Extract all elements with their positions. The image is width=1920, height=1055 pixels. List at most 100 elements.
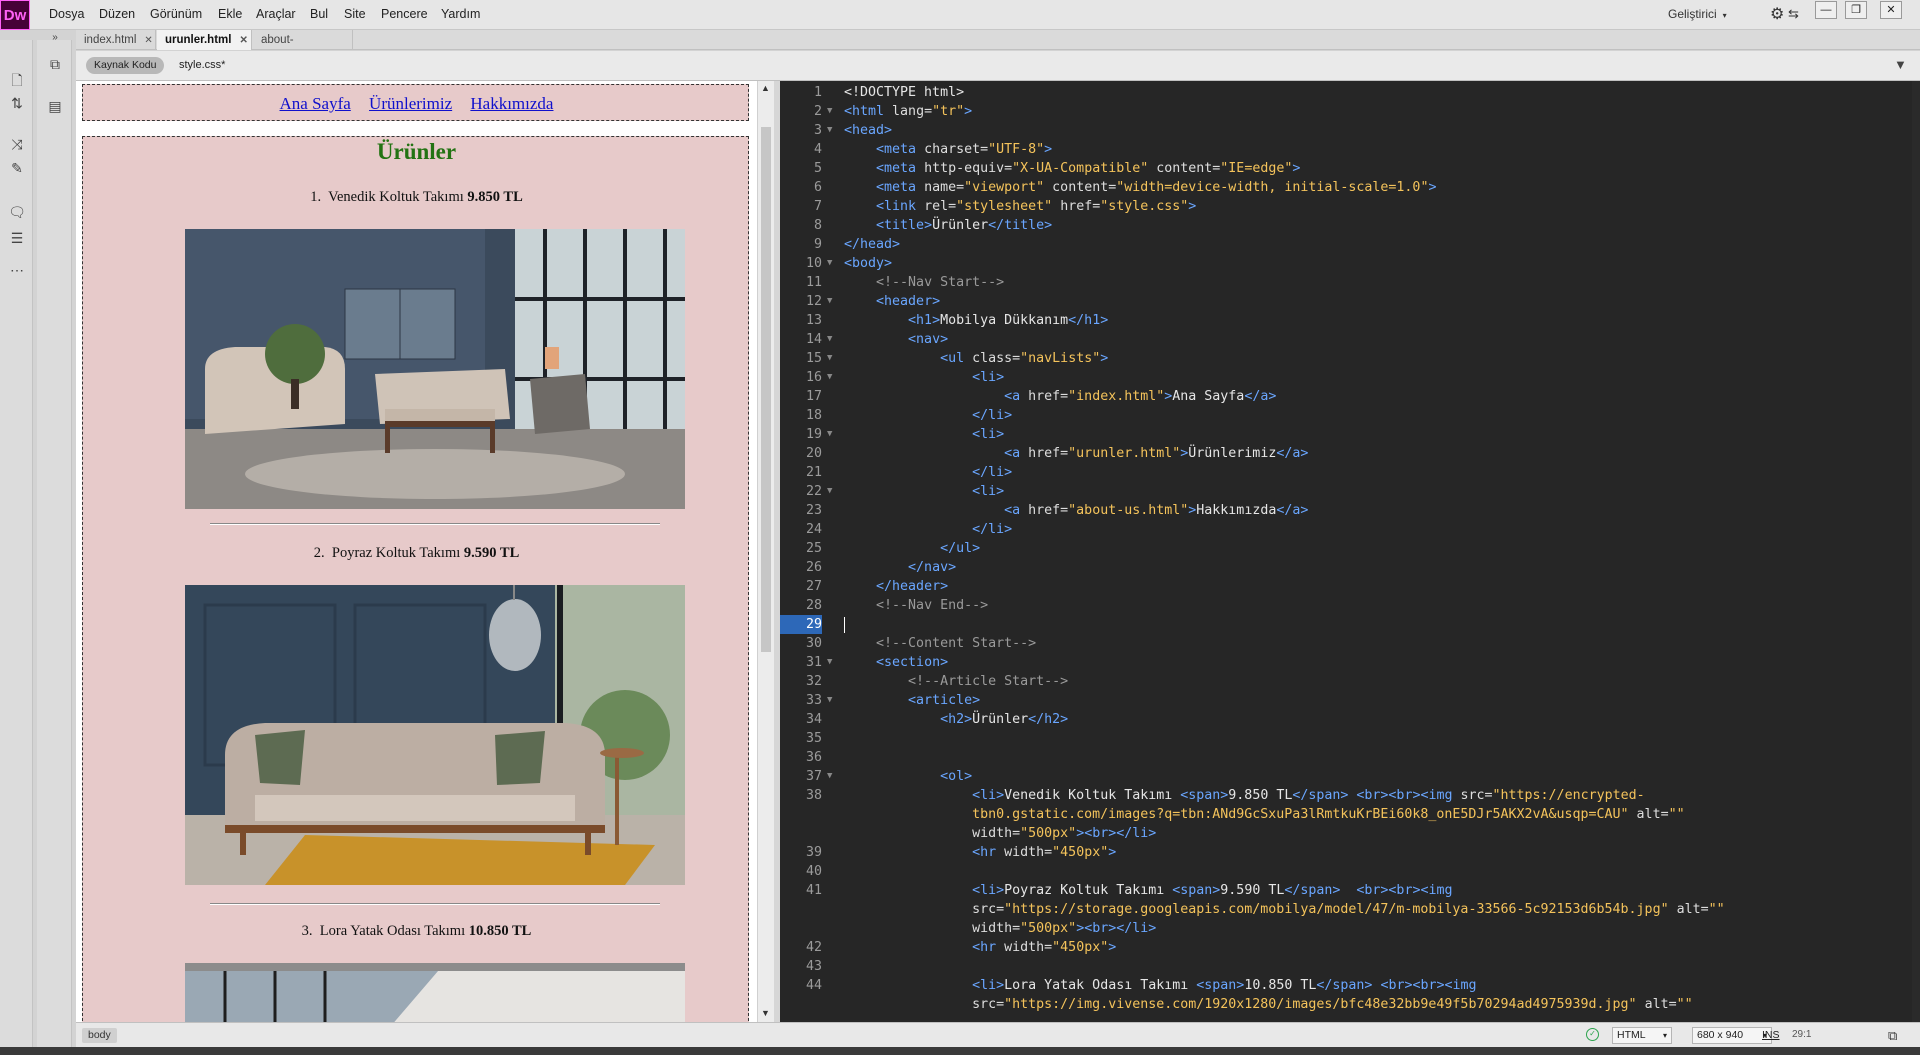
tab-about-us[interactable]: about-us.html✕: [253, 30, 353, 66]
code-line[interactable]: 7 <link rel="stylesheet" href="style.css…: [780, 197, 1912, 216]
code-line[interactable]: 8 <title>Ürünler</title>: [780, 216, 1912, 235]
source-code-button[interactable]: Kaynak Kodu: [86, 57, 165, 74]
code-line[interactable]: 36: [780, 748, 1912, 767]
tab-urunler[interactable]: urunler.html ✕: [157, 30, 252, 50]
code-line[interactable]: 2 ▼ <html lang="tr">: [780, 102, 1912, 121]
sort-icon[interactable]: ⇅: [7, 95, 27, 112]
code-line[interactable]: 20 <a href="urunler.html">Ürünlerimiz</a…: [780, 444, 1912, 463]
document-type-select[interactable]: HTML ▾: [1612, 1027, 1672, 1044]
code-line[interactable]: 24 </li>: [780, 520, 1912, 539]
nav-link-home[interactable]: Ana Sayfa: [280, 94, 351, 113]
code-line[interactable]: 43: [780, 957, 1912, 976]
code-line[interactable]: 26 </nav>: [780, 558, 1912, 577]
code-editor[interactable]: 1 <!DOCTYPE html> 2 ▼ <html lang="tr"> 3 ▼ <hea…: [780, 81, 1912, 1022]
expand-icon[interactable]: ⤨: [7, 136, 27, 153]
code-line[interactable]: 19 ▼ <li>: [780, 425, 1912, 444]
menu-duzen[interactable]: Düzen: [99, 7, 135, 21]
style-css-file[interactable]: style.css*: [179, 59, 225, 71]
list-icon[interactable]: ☰: [7, 230, 27, 247]
insert-mode[interactable]: INS: [1762, 1029, 1780, 1041]
menu-pencere[interactable]: Pencere: [381, 7, 428, 21]
live-view-scrollbar[interactable]: ▲ ▼: [757, 81, 774, 1022]
code-line[interactable]: 13 <h1>Mobilya Dükkanım</h1>: [780, 311, 1912, 330]
code-line[interactable]: 22 ▼ <li>: [780, 482, 1912, 501]
code-line[interactable]: 21 </li>: [780, 463, 1912, 482]
code-line[interactable]: 16 ▼ <li>: [780, 368, 1912, 387]
code-line[interactable]: 30 <!--Content Start-->: [780, 634, 1912, 653]
fold-toggle-icon[interactable]: ▼: [827, 254, 832, 273]
code-line[interactable]: 18 </li>: [780, 406, 1912, 425]
fold-toggle-icon[interactable]: ▼: [827, 425, 832, 444]
close-icon[interactable]: ✕: [239, 35, 247, 46]
code-line[interactable]: 9 </head>: [780, 235, 1912, 254]
code-line[interactable]: 41 <li>Poyraz Koltuk Takımı <span>9.590 …: [780, 881, 1912, 900]
code-line[interactable]: 15 ▼ <ul class="navLists">: [780, 349, 1912, 368]
fold-toggle-icon[interactable]: ▼: [827, 121, 832, 140]
code-line[interactable]: src="https://img.vivense.com/1920x1280/i…: [780, 995, 1912, 1014]
code-line[interactable]: 10 ▼ <body>: [780, 254, 1912, 273]
nav-link-products[interactable]: Ürünlerimiz: [369, 94, 452, 113]
code-line[interactable]: 14 ▼ <nav>: [780, 330, 1912, 349]
code-line[interactable]: width="500px"><br></li>: [780, 824, 1912, 843]
filter-icon[interactable]: ▼: [1894, 57, 1907, 72]
menu-ekle[interactable]: Ekle: [218, 7, 242, 21]
scrollbar-thumb[interactable]: [761, 127, 771, 652]
fold-toggle-icon[interactable]: ▼: [827, 767, 832, 786]
code-line[interactable]: 38 <li>Venedik Koltuk Takımı <span>9.850…: [780, 786, 1912, 805]
code-line[interactable]: 34 <h2>Ürünler</h2>: [780, 710, 1912, 729]
close-button[interactable]: ✕: [1880, 1, 1902, 19]
code-line[interactable]: 25 </ul>: [780, 539, 1912, 558]
sync-settings-icon[interactable]: ⇆: [1788, 6, 1799, 22]
code-line[interactable]: 32 <!--Article Start-->: [780, 672, 1912, 691]
minimize-button[interactable]: —: [1815, 1, 1837, 19]
fold-toggle-icon[interactable]: ▼: [827, 653, 832, 672]
fold-toggle-icon[interactable]: ▼: [827, 482, 832, 501]
code-line[interactable]: 17 <a href="index.html">Ana Sayfa</a>: [780, 387, 1912, 406]
live-view[interactable]: Ana Sayfa Ürünlerimiz Hakkımızda Ürünler…: [76, 81, 757, 1022]
menu-bul[interactable]: Bul: [310, 7, 328, 21]
close-icon[interactable]: ✕: [144, 35, 152, 46]
double-chevron-icon[interactable]: »: [45, 32, 65, 43]
nav-link-about[interactable]: Hakkımızda: [470, 94, 553, 113]
menu-gorunum[interactable]: Görünüm: [150, 7, 202, 21]
window-size-select[interactable]: 680 x 940 ▾: [1692, 1027, 1772, 1044]
code-line[interactable]: width="500px"><br></li>: [780, 919, 1912, 938]
fold-toggle-icon[interactable]: ▼: [827, 292, 832, 311]
preview-icon[interactable]: ⧉: [1888, 1028, 1897, 1044]
fold-toggle-icon[interactable]: ▼: [827, 691, 832, 710]
fold-toggle-icon[interactable]: ▼: [827, 368, 832, 387]
code-line[interactable]: 33 ▼ <article>: [780, 691, 1912, 710]
code-line[interactable]: 12 ▼ <header>: [780, 292, 1912, 311]
code-line[interactable]: 42 <hr width="450px">: [780, 938, 1912, 957]
code-line[interactable]: 23 <a href="about-us.html">Hakkımızda</a…: [780, 501, 1912, 520]
code-scrollbar[interactable]: [1912, 81, 1920, 1022]
code-line[interactable]: 27 </header>: [780, 577, 1912, 596]
menu-araclar[interactable]: Araçlar: [256, 7, 296, 21]
code-line[interactable]: 5 <meta http-equiv="X-UA-Compatible" con…: [780, 159, 1912, 178]
scroll-up-icon[interactable]: ▲: [761, 83, 770, 93]
fold-toggle-icon[interactable]: ▼: [827, 349, 832, 368]
code-line[interactable]: 3 ▼ <head>: [780, 121, 1912, 140]
menu-dosya[interactable]: Dosya: [49, 7, 84, 21]
tag-selector-body[interactable]: body: [82, 1028, 117, 1043]
code-line[interactable]: 35: [780, 729, 1912, 748]
fold-toggle-icon[interactable]: ▼: [827, 330, 832, 349]
code-line[interactable]: 31 ▼ <section>: [780, 653, 1912, 672]
scroll-down-icon[interactable]: ▼: [761, 1008, 770, 1018]
code-line[interactable]: 44 <li>Lora Yatak Odası Takımı <span>10.…: [780, 976, 1912, 995]
code-line[interactable]: 28 <!--Nav End-->: [780, 596, 1912, 615]
comment-icon[interactable]: 🗨: [7, 204, 27, 221]
dom-tree-icon[interactable]: ⧉: [45, 56, 65, 73]
menu-yardim[interactable]: Yardım: [441, 7, 480, 21]
workspace-switcher[interactable]: Geliştirici ▾: [1668, 7, 1727, 21]
code-line[interactable]: 6 <meta name="viewport" content="width=d…: [780, 178, 1912, 197]
code-line[interactable]: 1 <!DOCTYPE html>: [780, 83, 1912, 102]
more-icon[interactable]: ⋯: [7, 262, 27, 279]
code-line[interactable]: tbn0.gstatic.com/images?q=tbn:ANd9GcSxuP…: [780, 805, 1912, 824]
fold-toggle-icon[interactable]: ▼: [827, 102, 832, 121]
file-icon[interactable]: 🗋: [7, 70, 27, 94]
code-line[interactable]: 4 <meta charset="UTF-8">: [780, 140, 1912, 159]
brush-icon[interactable]: ✎: [7, 160, 27, 177]
gear-icon[interactable]: ⚙: [1770, 4, 1784, 24]
menu-site[interactable]: Site: [344, 7, 366, 21]
